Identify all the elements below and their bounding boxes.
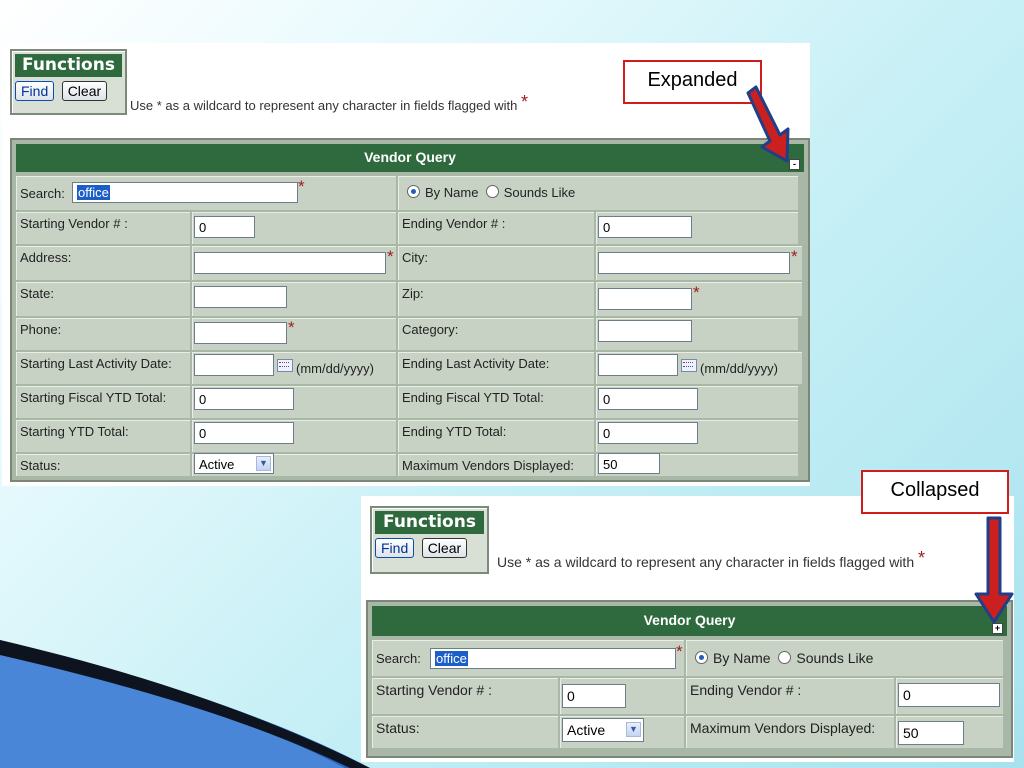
search-required-star: * <box>676 642 683 661</box>
by-name-label: By Name <box>713 650 771 666</box>
category-label: Category: <box>398 318 594 350</box>
hint-star: * <box>918 548 926 568</box>
end-date-format: (mm/dd/yyyy) <box>700 361 778 376</box>
search-mode-cell: By Name Sounds Like <box>398 176 798 210</box>
collapsed-arrow-icon <box>974 516 1014 624</box>
search-input[interactable]: office <box>72 182 298 203</box>
phone-label: Phone: <box>16 318 190 350</box>
starting-vendor-input[interactable]: 0 <box>562 684 626 708</box>
expanded-panel: Functions Find Clear Use * as a wildcard… <box>2 43 810 486</box>
collapsed-callout: Collapsed <box>861 470 1009 514</box>
start-date-format: (mm/dd/yyyy) <box>296 361 374 376</box>
ending-vendor-input[interactable]: 0 <box>598 216 692 238</box>
by-name-radio[interactable] <box>695 651 708 664</box>
starting-vendor-input[interactable]: 0 <box>194 216 255 238</box>
dropdown-arrow-icon[interactable]: ▼ <box>626 722 641 737</box>
start-activity-input[interactable] <box>194 354 274 376</box>
max-vendors-input[interactable]: 50 <box>598 453 660 474</box>
starting-vendor-label: Starting Vendor # : <box>16 212 190 244</box>
vendor-query-title: Vendor Query <box>643 612 736 628</box>
search-input[interactable]: office <box>430 648 676 669</box>
city-input[interactable] <box>598 252 790 274</box>
sounds-like-radio[interactable] <box>778 651 792 664</box>
zip-label: Zip: <box>398 282 594 316</box>
start-ytd-label: Starting YTD Total: <box>16 420 190 452</box>
find-button[interactable]: Find <box>15 81 55 101</box>
hint-star: * <box>520 92 528 112</box>
end-ytd-input[interactable]: 0 <box>598 422 698 444</box>
wildcard-hint: Use * as a wildcard to represent any cha… <box>497 548 926 570</box>
end-fiscal-input[interactable]: 0 <box>598 388 698 410</box>
sounds-like-label: Sounds Like <box>796 650 874 666</box>
end-activity-label: Ending Last Activity Date: <box>398 352 594 384</box>
vendor-query-box: Vendor Query + Search: office * By Name … <box>366 600 1013 758</box>
zip-required-star: * <box>693 283 700 302</box>
status-label: Status: <box>16 454 190 476</box>
status-label: Status: <box>372 716 558 748</box>
max-vendors-input[interactable]: 50 <box>898 721 964 745</box>
status-select[interactable]: Active ▼ <box>194 453 274 474</box>
sounds-like-radio[interactable] <box>485 185 499 198</box>
address-label: Address: <box>16 246 190 280</box>
start-activity-label: Starting Last Activity Date: <box>16 352 190 384</box>
sounds-like-label: Sounds Like <box>503 185 576 200</box>
calendar-icon[interactable] <box>681 359 697 372</box>
by-name-radio[interactable] <box>407 185 420 198</box>
starting-vendor-label: Starting Vendor # : <box>372 678 558 714</box>
start-ytd-input[interactable]: 0 <box>194 422 294 444</box>
address-input[interactable] <box>194 252 386 274</box>
vendor-query-box: Vendor Query - Search: office * By Name … <box>10 138 810 482</box>
vendor-query-title: Vendor Query <box>364 149 456 165</box>
vendor-query-header: Vendor Query - <box>16 144 804 172</box>
end-activity-input[interactable] <box>598 354 678 376</box>
decorative-swoosh <box>0 640 370 768</box>
functions-title: Functions <box>375 511 484 534</box>
functions-box: Functions Find Clear <box>10 49 127 115</box>
wildcard-hint: Use * as a wildcard to represent any cha… <box>130 92 528 113</box>
search-label: Search: <box>20 186 65 201</box>
ending-vendor-label: Ending Vendor # : <box>398 212 594 244</box>
search-mode-cell: By Name Sounds Like <box>686 640 1003 676</box>
by-name-label: By Name <box>425 185 479 200</box>
phone-input[interactable] <box>194 322 287 344</box>
start-fiscal-label: Starting Fiscal YTD Total: <box>16 386 190 418</box>
max-vendors-label: Maximum Vendors Displayed: <box>686 716 894 748</box>
ending-vendor-input[interactable]: 0 <box>898 683 1000 707</box>
state-label: State: <box>16 282 190 316</box>
state-input[interactable] <box>194 286 287 308</box>
max-vendors-label: Maximum Vendors Displayed: <box>398 454 594 476</box>
phone-required-star: * <box>288 318 295 337</box>
category-input[interactable] <box>598 320 692 342</box>
find-button[interactable]: Find <box>375 538 415 558</box>
ending-vendor-label: Ending Vendor # : <box>686 678 894 714</box>
calendar-icon[interactable] <box>277 359 293 372</box>
clear-button[interactable]: Clear <box>421 538 468 558</box>
functions-box: Functions Find Clear <box>370 506 489 574</box>
start-fiscal-input[interactable]: 0 <box>194 388 294 410</box>
collapsed-panel: Functions Find Clear Use * as a wildcard… <box>361 496 1014 762</box>
functions-title: Functions <box>15 54 122 77</box>
clear-button[interactable]: Clear <box>61 81 108 101</box>
end-fiscal-label: Ending Fiscal YTD Total: <box>398 386 594 418</box>
city-label: City: <box>398 246 594 280</box>
search-required-star: * <box>298 177 305 196</box>
vendor-query-header: Vendor Query + <box>372 606 1007 636</box>
dropdown-arrow-icon[interactable]: ▼ <box>256 456 271 471</box>
zip-input[interactable] <box>598 288 692 310</box>
expanded-arrow-icon <box>746 85 790 163</box>
city-required-star: * <box>791 247 798 266</box>
end-ytd-label: Ending YTD Total: <box>398 420 594 452</box>
status-select[interactable]: Active ▼ <box>562 718 644 742</box>
search-label: Search: <box>376 651 421 666</box>
address-required-star: * <box>387 247 394 266</box>
